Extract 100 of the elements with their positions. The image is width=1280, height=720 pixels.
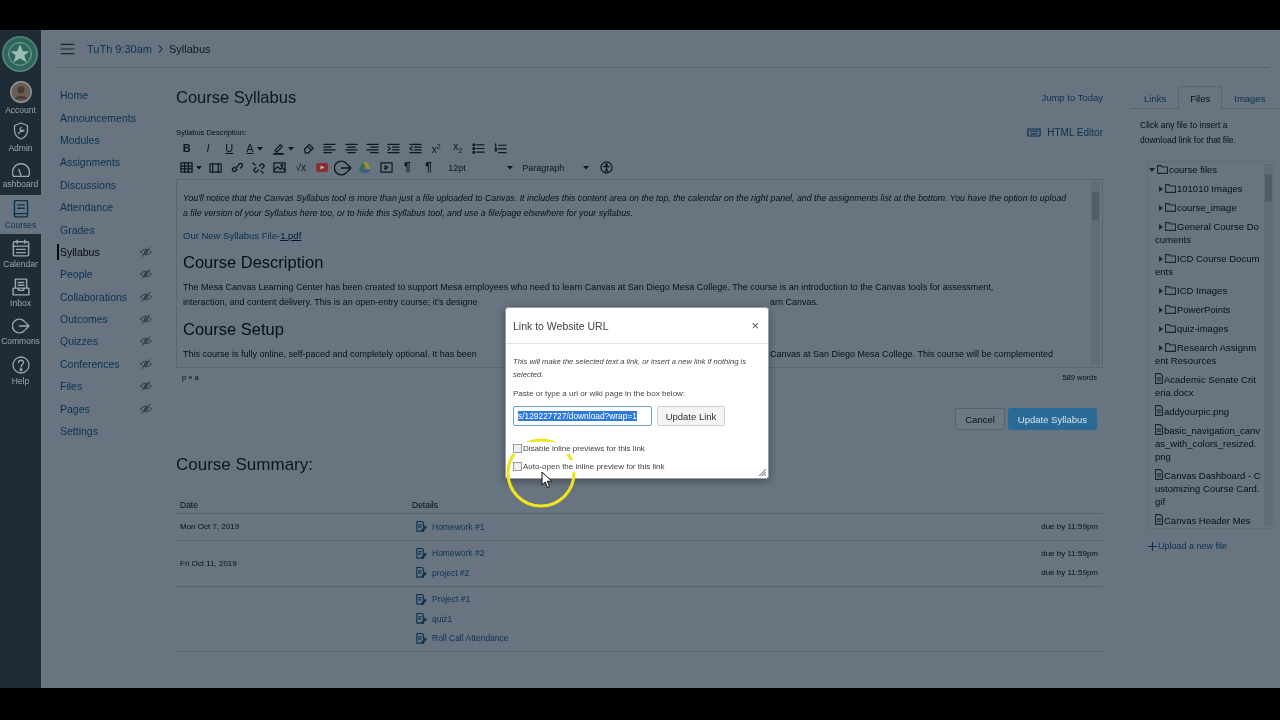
underline-button[interactable]: U xyxy=(225,142,234,155)
paragraph-rtl-button[interactable]: ¶ xyxy=(425,161,432,174)
global-nav-item[interactable]: Help xyxy=(0,351,41,390)
assignment-link[interactable]: quiz1 xyxy=(432,613,453,624)
outdent-icon[interactable] xyxy=(408,143,422,154)
file-item[interactable]: addyourpic.png xyxy=(1155,405,1261,418)
global-nav-item[interactable]: ashboard xyxy=(0,156,41,195)
assignment-link[interactable]: Project #1 xyxy=(432,594,471,605)
collapse-triangle-icon[interactable] xyxy=(1149,168,1155,173)
folder-item[interactable]: course files xyxy=(1149,163,1261,176)
tab[interactable]: Links xyxy=(1132,86,1179,109)
table-icon[interactable] xyxy=(179,162,193,173)
tab[interactable]: Files xyxy=(1178,86,1223,109)
expand-triangle-icon[interactable] xyxy=(1159,326,1163,333)
course-nav-link[interactable]: Syllabus xyxy=(57,243,100,260)
global-nav-item[interactable]: Commons xyxy=(0,312,41,351)
logo-seal-icon[interactable] xyxy=(1,35,39,73)
update-link-button[interactable]: Update Link xyxy=(657,406,725,426)
course-nav-link[interactable]: People xyxy=(60,266,93,283)
file-item[interactable]: Canvas Header Mes xyxy=(1155,514,1261,527)
embed-box-icon[interactable] xyxy=(379,162,393,173)
bold-button[interactable]: B xyxy=(182,142,191,155)
subscript-button[interactable]: x$_{2}$ xyxy=(453,140,463,157)
assignment-link[interactable]: Roll Call Attendance xyxy=(432,633,509,644)
expand-triangle-icon[interactable] xyxy=(1159,224,1163,231)
link-icon[interactable] xyxy=(230,162,243,173)
align-center-icon[interactable] xyxy=(344,143,358,154)
accessibility-icon[interactable] xyxy=(600,161,614,174)
folder-item[interactable]: General Course Documents xyxy=(1155,220,1261,246)
course-nav-link[interactable]: Assignments xyxy=(60,154,121,171)
breadcrumb-link[interactable]: TuTh 9:30am xyxy=(87,42,152,55)
assignment-link[interactable]: Homework #1 xyxy=(432,521,485,532)
caret-icon[interactable] xyxy=(288,146,295,151)
expand-triangle-icon[interactable] xyxy=(1159,345,1163,352)
caret-icon[interactable] xyxy=(195,165,202,170)
course-nav-link[interactable]: Home xyxy=(60,87,88,104)
bullet-list-icon[interactable] xyxy=(472,143,486,154)
course-nav-link[interactable]: Discussions xyxy=(60,176,117,193)
expand-triangle-icon[interactable] xyxy=(1159,186,1163,193)
image-icon[interactable] xyxy=(273,162,287,173)
expand-triangle-icon[interactable] xyxy=(1159,256,1163,263)
math-button[interactable]: √x xyxy=(295,161,307,174)
global-nav-item[interactable]: Courses xyxy=(0,195,41,234)
course-nav-link[interactable]: Collaborations xyxy=(60,288,128,305)
scrollbar[interactable] xyxy=(1091,182,1100,365)
folder-item[interactable]: 101010 Images xyxy=(1155,182,1261,195)
close-button[interactable]: × xyxy=(751,319,759,332)
global-nav-item[interactable]: Admin xyxy=(0,117,41,156)
folder-item[interactable]: ICD Course Documents xyxy=(1155,252,1261,278)
italic-button[interactable]: I xyxy=(206,142,210,155)
global-nav-item[interactable]: Account xyxy=(0,78,41,117)
html-editor-link[interactable]: HTML Editor xyxy=(1027,126,1103,138)
folder-item[interactable]: ICD Images xyxy=(1155,284,1261,297)
resize-grip-icon[interactable] xyxy=(759,469,766,476)
caret-icon[interactable] xyxy=(256,146,263,151)
course-nav-link[interactable]: Grades xyxy=(60,221,95,238)
folder-item[interactable]: quiz-images xyxy=(1155,322,1261,335)
triangle-logo-icon[interactable] xyxy=(358,162,371,173)
global-nav-item[interactable]: Calendar xyxy=(0,234,41,273)
jump-to-today-link[interactable]: Jump to Today xyxy=(1041,91,1103,103)
update-syllabus-button[interactable]: Update Syllabus xyxy=(1007,408,1097,430)
file-link[interactable]: Our New Syllabus File-1.pdf xyxy=(183,230,302,241)
paragraph-ltr-button[interactable]: ¶ xyxy=(403,161,411,174)
indent-icon[interactable] xyxy=(387,143,401,154)
expand-triangle-icon[interactable] xyxy=(1159,205,1163,212)
upload-file-link[interactable]: Upload a new file xyxy=(1148,541,1228,551)
align-right-icon[interactable] xyxy=(365,143,379,154)
checkbox[interactable] xyxy=(513,461,522,471)
checkbox[interactable] xyxy=(513,443,522,453)
folder-item[interactable]: course_image xyxy=(1155,201,1261,214)
assignment-link[interactable]: Homework #2 xyxy=(432,548,485,559)
course-nav-link[interactable]: Settings xyxy=(60,423,98,440)
course-nav-link[interactable]: Outcomes xyxy=(60,311,108,328)
expand-triangle-icon[interactable] xyxy=(1159,307,1163,314)
file-item[interactable]: Academic Senate Criteria.docx xyxy=(1155,373,1261,399)
numbered-list-icon[interactable] xyxy=(493,143,507,154)
file-item[interactable]: Canvas Dashboard - Customizing Course Card.gif xyxy=(1155,469,1261,508)
folder-item[interactable]: PowerPoints xyxy=(1155,303,1261,316)
text-color-button[interactable]: A xyxy=(246,142,254,155)
film-icon[interactable] xyxy=(209,162,223,173)
course-nav-link[interactable]: Attendance xyxy=(60,199,114,216)
file-item[interactable]: basic_navigation_canvas_with_colors_resized.png xyxy=(1155,424,1261,463)
align-left-icon[interactable] xyxy=(323,143,337,154)
menu-icon[interactable] xyxy=(60,42,75,55)
video-play-icon[interactable] xyxy=(316,163,329,172)
scrollbar[interactable] xyxy=(1264,164,1273,526)
superscript-button[interactable]: x$^{2}$ xyxy=(431,140,441,157)
course-nav-link[interactable]: Files xyxy=(60,378,83,395)
course-nav-link[interactable]: Quizzes xyxy=(60,333,98,350)
folder-item[interactable]: Research Assignment Resources xyxy=(1155,341,1261,367)
checkbox-label[interactable]: Auto-open the inline preview for this link xyxy=(523,461,665,471)
highlighter-icon[interactable] xyxy=(272,142,286,155)
course-nav-link[interactable]: Pages xyxy=(60,400,90,417)
unlink-icon[interactable] xyxy=(251,161,265,174)
course-nav-link[interactable]: Modules xyxy=(60,131,100,148)
eraser-icon[interactable] xyxy=(302,143,315,154)
global-nav-item[interactable]: Inbox xyxy=(0,273,41,312)
arrow-circle-icon[interactable] xyxy=(334,159,353,176)
course-nav-link[interactable]: Conferences xyxy=(60,355,120,372)
course-nav-link[interactable]: Announcements xyxy=(60,109,136,126)
